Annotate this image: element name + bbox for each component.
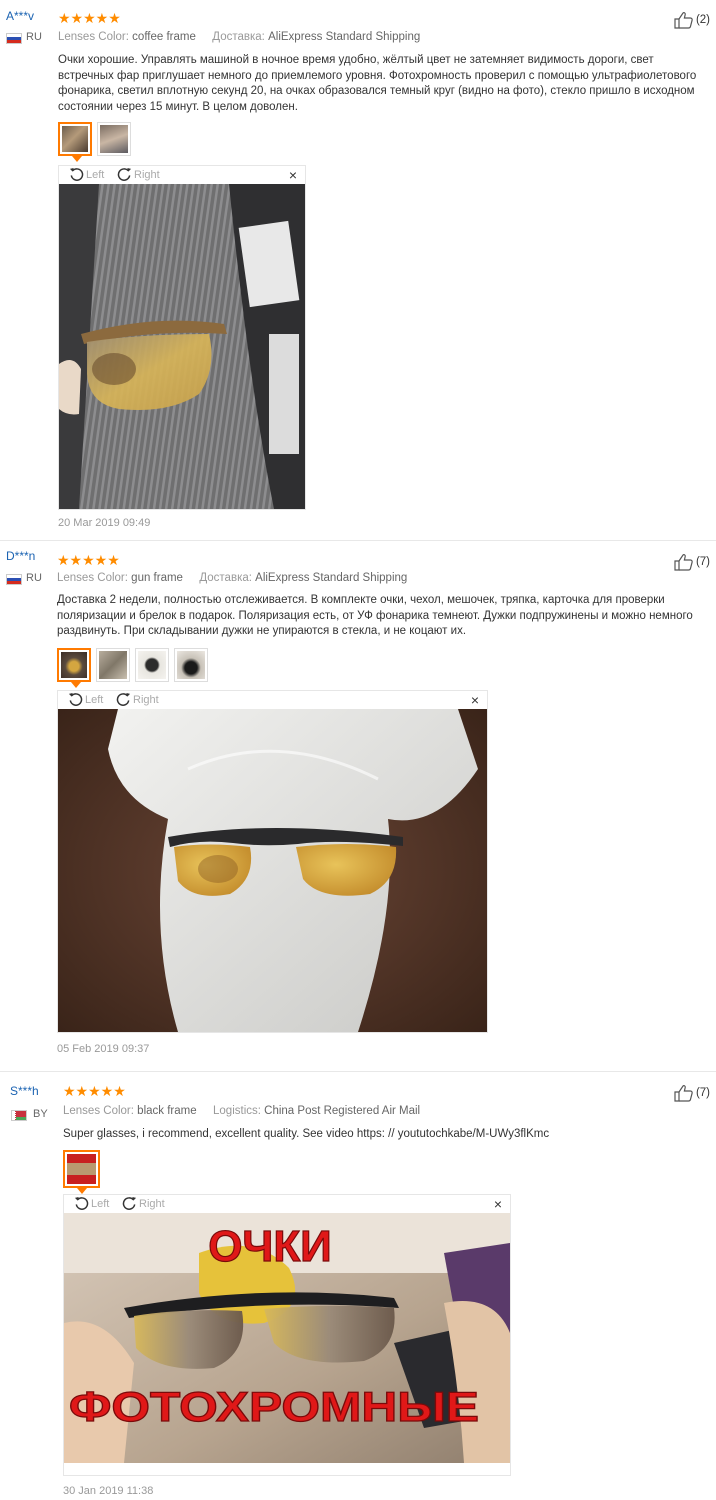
attr-label-shipping: Доставка: xyxy=(199,572,252,584)
review-text: Очки хорошие. Управлять машиной в ночное… xyxy=(58,54,697,113)
rotate-right-icon xyxy=(122,1196,137,1210)
helpful-button[interactable]: (7) xyxy=(673,1084,710,1102)
attr-label-lenses: Lenses Color: xyxy=(57,572,128,584)
review-attributes: Lenses Color: gun frame Доставка: AliExp… xyxy=(57,572,407,584)
flag-ru-icon xyxy=(6,574,22,585)
photo-thumbnail[interactable] xyxy=(97,122,131,156)
flag-ru-icon xyxy=(6,33,22,44)
helpful-count: (7) xyxy=(695,556,710,568)
review-photo: ОЧКИ ФОТОХРОМНЫЕ xyxy=(64,1213,510,1463)
rotate-right-button[interactable]: Right xyxy=(117,167,160,182)
country-code: BY xyxy=(33,1108,48,1120)
rotate-left-button[interactable]: Left xyxy=(68,692,103,707)
review-attributes: Lenses Color: coffee frame Доставка: Ali… xyxy=(58,31,420,43)
attr-label-shipping: Доставка: xyxy=(212,31,265,43)
review-item: A***v RU ★★★★★ (2) Lenses Color: coffee … xyxy=(0,0,716,540)
review-text: Доставка 2 недели, полностью отслеживает… xyxy=(57,594,693,637)
attr-value-lenses: black frame xyxy=(137,1105,197,1117)
review-photo xyxy=(59,184,305,509)
helpful-button[interactable]: (2) xyxy=(673,11,710,29)
attr-label-logistics: Logistics: xyxy=(213,1105,261,1117)
photo-thumbnail[interactable] xyxy=(57,648,91,688)
photo-viewer: Left Right × xyxy=(58,165,306,510)
review-item: S***h BY ★★★★★ (7) Lenses Color: black f… xyxy=(0,1072,716,1500)
rotate-right-icon xyxy=(117,167,132,181)
helpful-count: (2) xyxy=(695,14,710,26)
country-code: RU xyxy=(26,31,42,43)
rotate-left-icon xyxy=(74,1196,89,1210)
photo-thumbnails xyxy=(58,122,131,162)
attr-value-shipping: AliExpress Standard Shipping xyxy=(255,572,408,584)
viewer-toolbar: Left Right × xyxy=(58,691,487,709)
viewer-toolbar: Left Right × xyxy=(59,166,305,184)
close-icon[interactable]: × xyxy=(494,1196,502,1212)
star-rating: ★★★★★ xyxy=(57,552,120,568)
attr-value-lenses: coffee frame xyxy=(132,31,196,43)
review-date: 30 Jan 2019 11:38 xyxy=(63,1485,154,1497)
rotate-right-icon xyxy=(116,692,131,706)
attr-value-logistics: China Post Registered Air Mail xyxy=(264,1105,421,1117)
review-photo xyxy=(58,709,487,1032)
photo-viewer: Left Right × xyxy=(63,1194,511,1476)
attr-label-lenses: Lenses Color: xyxy=(63,1105,134,1117)
rotate-left-icon xyxy=(69,167,84,181)
photo-thumbnail[interactable] xyxy=(58,122,92,162)
photo-thumbnail[interactable] xyxy=(96,648,130,682)
star-rating: ★★★★★ xyxy=(63,1083,126,1099)
photo-caption-bottom: ФОТОХРОМНЫЕ xyxy=(69,1383,479,1430)
rotate-right-label: Right xyxy=(133,693,159,706)
photo-viewer: Left Right × xyxy=(57,690,488,1033)
photo-thumbnail[interactable] xyxy=(135,648,169,682)
rotate-right-button[interactable]: Right xyxy=(122,1196,165,1211)
photo-thumbnails xyxy=(63,1150,100,1194)
rotate-left-label: Left xyxy=(86,168,105,181)
viewer-toolbar: Left Right × xyxy=(64,1195,510,1213)
thumbs-up-icon xyxy=(674,1085,693,1102)
close-icon[interactable]: × xyxy=(289,167,297,183)
rotate-left-label: Left xyxy=(85,693,104,706)
country-code: RU xyxy=(26,572,42,584)
rotate-left-icon xyxy=(68,692,83,706)
reviewer-name[interactable]: D***n xyxy=(6,549,35,563)
star-rating: ★★★★★ xyxy=(58,10,121,26)
attr-value-shipping: AliExpress Standard Shipping xyxy=(268,31,421,43)
rotate-left-label: Left xyxy=(91,1197,110,1210)
rotate-right-button[interactable]: Right xyxy=(116,692,159,707)
review-text: Super glasses, i recommend, excellent qu… xyxy=(63,1128,550,1140)
rotate-right-label: Right xyxy=(139,1197,165,1210)
review-date: 05 Feb 2019 09:37 xyxy=(57,1043,150,1055)
helpful-button[interactable]: (7) xyxy=(673,553,710,571)
rotate-right-label: Right xyxy=(134,168,160,181)
photo-thumbnail[interactable] xyxy=(63,1150,100,1194)
review-item: D***n RU ★★★★★ (7) Lenses Color: gun fra… xyxy=(0,541,716,1071)
thumbs-up-icon xyxy=(674,554,693,571)
photo-caption-top: ОЧКИ xyxy=(208,1222,332,1271)
reviewer-name[interactable]: S***h xyxy=(10,1084,39,1098)
review-attributes: Lenses Color: black frame Logistics: Chi… xyxy=(63,1105,420,1117)
close-icon[interactable]: × xyxy=(471,692,479,708)
attr-label-lenses: Lenses Color: xyxy=(58,31,129,43)
photo-thumbnail[interactable] xyxy=(174,648,208,682)
attr-value-lenses: gun frame xyxy=(131,572,183,584)
rotate-left-button[interactable]: Left xyxy=(74,1196,109,1211)
review-date: 20 Mar 2019 09:49 xyxy=(58,517,151,529)
rotate-left-button[interactable]: Left xyxy=(69,167,104,182)
reviewer-name[interactable]: A***v xyxy=(6,9,34,23)
photo-thumbnails xyxy=(57,648,208,688)
flag-by-icon xyxy=(11,1110,27,1121)
helpful-count: (7) xyxy=(695,1087,710,1099)
thumbs-up-icon xyxy=(674,12,693,29)
